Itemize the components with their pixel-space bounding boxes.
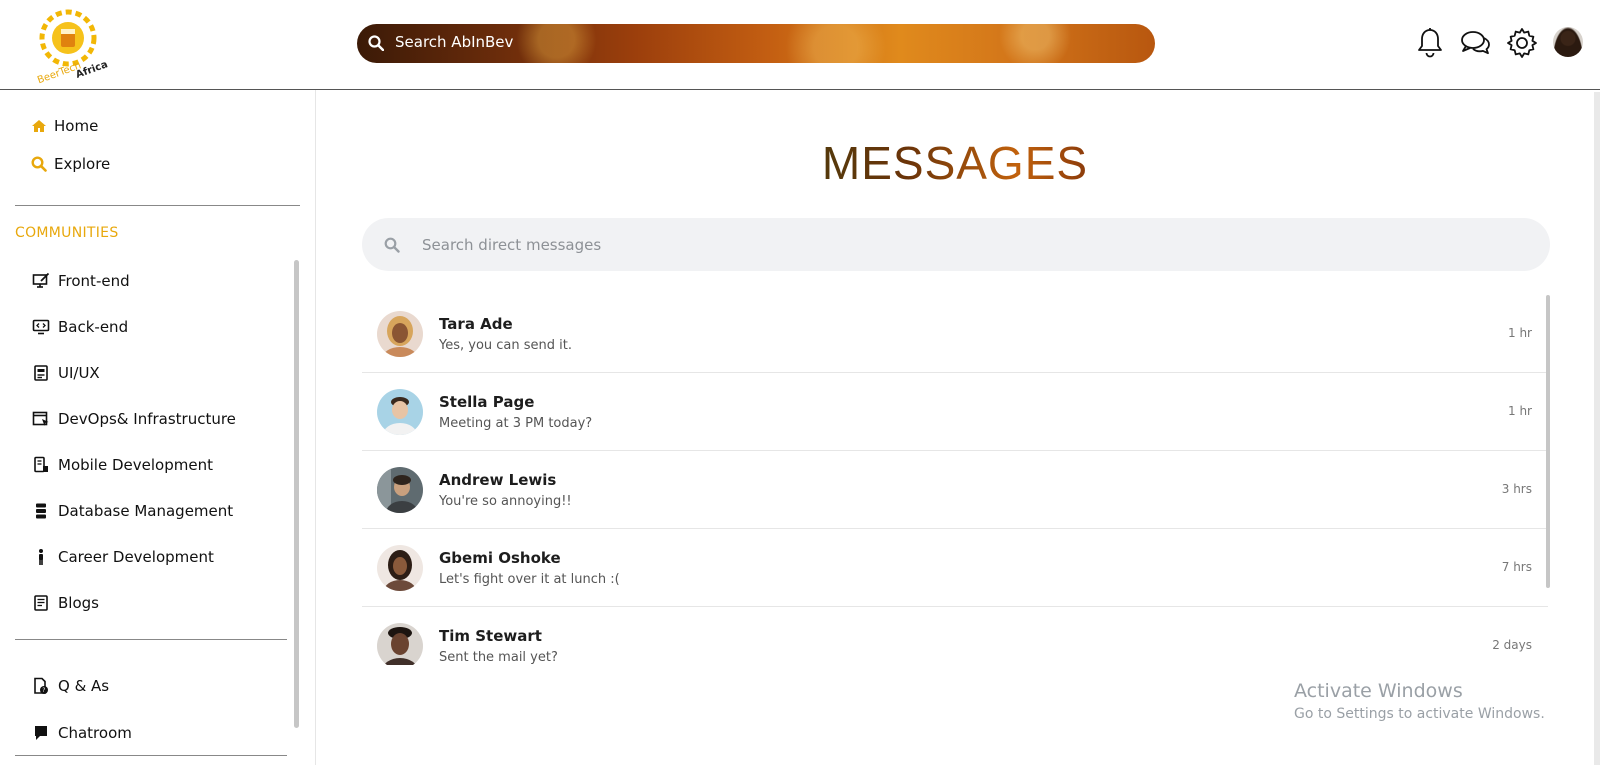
- sidebar-divider: [15, 205, 300, 206]
- dm-search-bar[interactable]: [362, 218, 1550, 271]
- mobile-doc-icon: [31, 455, 51, 475]
- sidebar-item-label: Career Development: [58, 548, 214, 566]
- message-time: 1 hr: [1508, 326, 1532, 340]
- contact-name: Andrew Lewis: [439, 471, 557, 489]
- sidebar-item-blogs[interactable]: Blogs: [31, 592, 99, 614]
- message-preview: Let's fight over it at lunch :(: [439, 572, 620, 587]
- message-time: 1 hr: [1508, 404, 1532, 418]
- person-icon: [31, 547, 51, 567]
- sidebar-item-label: UI/UX: [58, 364, 100, 382]
- search-icon: [368, 35, 385, 52]
- contact-name: Stella Page: [439, 393, 535, 411]
- avatar: [377, 311, 423, 357]
- conversation-row[interactable]: Gbemi Oshoke Let's fight over it at lunc…: [362, 529, 1548, 607]
- sidebar-item-chatroom[interactable]: Chatroom: [31, 722, 132, 744]
- sidebar-item-label: Database Management: [58, 502, 234, 520]
- layout-icon: [31, 363, 51, 383]
- avatar: [377, 545, 423, 591]
- avatar: [377, 623, 423, 665]
- watermark-title: Activate Windows: [1294, 680, 1463, 702]
- chat-bubble-icon: [31, 723, 51, 743]
- sidebar-divider: [15, 755, 287, 756]
- conversation-row[interactable]: Tim Stewart Sent the mail yet? 2 days: [362, 607, 1548, 665]
- sidebar-divider: [15, 639, 287, 640]
- page-title: MESSAGES: [800, 136, 1110, 190]
- windows-activation-watermark: Activate Windows Go to Settings to activ…: [1294, 680, 1545, 722]
- svg-text:?: ?: [42, 687, 45, 694]
- avatar: [377, 467, 423, 513]
- search-icon: [30, 155, 48, 173]
- qa-doc-icon: ?: [31, 676, 51, 696]
- dm-search-input[interactable]: [422, 218, 1522, 271]
- sidebar-item-back-end[interactable]: Back-end: [31, 316, 128, 338]
- sidebar-item-explore[interactable]: Explore: [30, 152, 110, 176]
- sidebar-item-label: Explore: [54, 155, 111, 173]
- message-time: 7 hrs: [1501, 560, 1532, 574]
- contact-name: Tara Ade: [439, 315, 513, 333]
- sidebar-scrollbar[interactable]: [294, 260, 299, 728]
- message-preview: Yes, you can send it.: [439, 338, 572, 353]
- message-time: 3 hrs: [1501, 482, 1532, 496]
- document-icon: [31, 593, 51, 613]
- conversation-list: Tara Ade Yes, you can send it. 1 hr Stel…: [362, 295, 1548, 665]
- sidebar-item-label: Blogs: [58, 594, 99, 612]
- sidebar-item-ui-ux[interactable]: UI/UX: [31, 362, 100, 384]
- sidebar-item-label: DevOps& Infrastructure: [58, 410, 236, 428]
- sidebar-item-career-development[interactable]: Career Development: [31, 546, 214, 568]
- message-preview: Sent the mail yet?: [439, 650, 558, 665]
- sidebar-item-devops[interactable]: DevOps& Infrastructure: [31, 408, 236, 430]
- sidebar-item-label: Mobile Development: [58, 456, 213, 474]
- left-sidebar: Home Explore COMMUNITIES Front-end Back-…: [0, 90, 316, 765]
- monitor-code-icon: [31, 317, 51, 337]
- sidebar-item-home[interactable]: Home: [30, 114, 98, 138]
- message-time: 2 days: [1492, 638, 1532, 652]
- sidebar-item-label: Q & As: [58, 677, 110, 695]
- contact-name: Gbemi Oshoke: [439, 549, 561, 567]
- beertech-africa-logo[interactable]: BeerTech Africa: [30, 4, 110, 86]
- monitor-pen-icon: [31, 271, 51, 291]
- watermark-subtitle: Go to Settings to activate Windows.: [1294, 706, 1545, 722]
- sidebar-item-front-end[interactable]: Front-end: [31, 270, 130, 292]
- sidebar-item-label: Chatroom: [58, 724, 132, 742]
- global-search-label: Search AbInBev: [395, 33, 514, 51]
- message-preview: You're so annoying!!: [439, 494, 572, 509]
- conversation-row[interactable]: Stella Page Meeting at 3 PM today? 1 hr: [362, 373, 1548, 451]
- contact-name: Tim Stewart: [439, 627, 542, 645]
- communities-heading: COMMUNITIES: [15, 225, 119, 241]
- sidebar-item-label: Home: [54, 117, 99, 135]
- top-header: BeerTech Africa Search AbInBev: [0, 0, 1600, 90]
- chat-icon[interactable]: [1458, 26, 1492, 60]
- message-preview: Meeting at 3 PM today?: [439, 416, 593, 431]
- window-cursor-icon: [31, 409, 51, 429]
- sidebar-item-q-and-as[interactable]: ? Q & As: [31, 675, 109, 697]
- sidebar-item-label: Back-end: [58, 318, 129, 336]
- sidebar-item-database-management[interactable]: Database Management: [31, 500, 233, 522]
- bell-icon[interactable]: [1413, 26, 1447, 60]
- user-avatar[interactable]: [1553, 27, 1583, 57]
- global-search-bar[interactable]: Search AbInBev: [357, 24, 1155, 63]
- home-icon: [30, 117, 48, 135]
- sidebar-item-mobile-development[interactable]: Mobile Development: [31, 454, 213, 476]
- search-icon: [384, 237, 400, 253]
- database-icon: [31, 501, 51, 521]
- avatar: [377, 389, 423, 435]
- conversation-row[interactable]: Andrew Lewis You're so annoying!! 3 hrs: [362, 451, 1548, 529]
- page-scrollbar-track[interactable]: [1594, 92, 1600, 765]
- conversation-row[interactable]: Tara Ade Yes, you can send it. 1 hr: [362, 295, 1548, 373]
- gear-icon[interactable]: [1505, 26, 1539, 60]
- sidebar-item-label: Front-end: [58, 272, 130, 290]
- conversation-scrollbar[interactable]: [1546, 295, 1550, 588]
